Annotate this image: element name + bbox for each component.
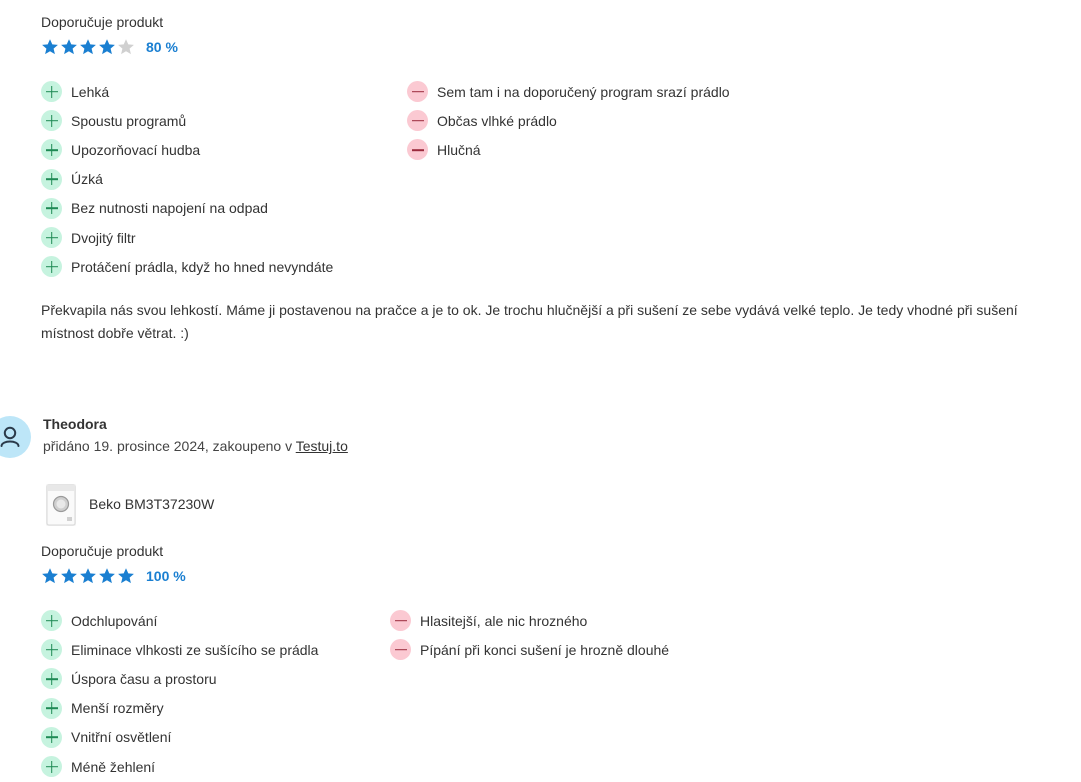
cons-list: Sem tam i na doporučený program srazí pr… xyxy=(407,77,730,165)
con-item-label: Pípání při konci sušení je hrozně dlouhé xyxy=(420,641,670,658)
plus-icon xyxy=(41,168,62,190)
product-thumbnail[interactable] xyxy=(46,484,76,526)
plus-icon xyxy=(41,610,62,632)
pro-item-label: Dvojitý filtr xyxy=(71,229,136,246)
star-icon xyxy=(98,38,117,56)
pro-item: Bez nutnosti napojení na odpad xyxy=(41,194,333,223)
plus-icon xyxy=(41,639,62,661)
star-icon xyxy=(117,567,136,585)
minus-icon xyxy=(407,81,428,103)
recommend-label: Doporučuje produkt xyxy=(41,14,164,30)
plus-icon xyxy=(41,726,62,748)
product-name[interactable]: Beko BM3T37230W xyxy=(89,496,214,512)
pro-item: Lehká xyxy=(41,77,333,106)
con-item: Hlasitejší, ale nic hrozného xyxy=(390,606,669,635)
rating-stars: 100 % xyxy=(41,567,186,585)
meta-text: přidáno 19. prosince 2024, zakoupeno v xyxy=(43,438,296,454)
pro-item: Protáčení prádla, když ho hned nevyndáte xyxy=(41,252,333,281)
minus-icon xyxy=(407,139,428,161)
pro-item: Vnitřní osvětlení xyxy=(41,723,318,752)
star-icon xyxy=(117,38,136,56)
pro-item: Menší rozměry xyxy=(41,694,318,723)
con-item-label: Hlasitejší, ale nic hrozného xyxy=(420,612,588,629)
star-icon xyxy=(79,38,98,56)
pro-item-label: Úspora času a prostoru xyxy=(71,670,217,687)
pro-item-label: Eliminace vlhkosti ze sušícího se prádla xyxy=(71,641,319,658)
review-meta: přidáno 19. prosince 2024, zakoupeno v T… xyxy=(43,438,348,454)
pro-item-label: Méně žehlení xyxy=(71,758,156,775)
plus-icon xyxy=(41,227,62,249)
rating-stars: 80 % xyxy=(41,38,178,56)
pro-item: Dvojitý filtr xyxy=(41,223,333,252)
plus-icon xyxy=(41,81,62,103)
star-icon xyxy=(98,567,117,585)
stars-row xyxy=(41,38,136,56)
pro-item: Méně žehlení xyxy=(41,752,318,781)
con-item-label: Občas vlhké prádlo xyxy=(437,112,557,129)
star-icon xyxy=(41,38,60,56)
rating-percent: 80 % xyxy=(146,39,178,55)
star-icon xyxy=(79,567,98,585)
pro-item-label: Vnitřní osvětlení xyxy=(71,729,172,746)
user-icon xyxy=(0,426,20,447)
pros-list: Lehká Spoustu programů Upozorňovací hudba Ú… xyxy=(41,77,333,281)
minus-icon xyxy=(407,110,428,132)
pros-list: Odchlupování Eliminace vlhkosti ze sušící… xyxy=(41,606,318,781)
con-item: Občas vlhké prádlo xyxy=(407,106,730,135)
plus-icon xyxy=(41,197,62,219)
pro-item: Upozorňovací hudba xyxy=(41,135,333,164)
pro-item-label: Spoustu programů xyxy=(71,112,187,129)
cons-list: Hlasitejší, ale nic hrozného Pípání při k… xyxy=(390,606,669,664)
pro-item-label: Odchlupování xyxy=(71,612,158,629)
plus-icon xyxy=(41,256,62,278)
pro-item-label: Upozorňovací hudba xyxy=(71,141,201,158)
con-item: Hlučná xyxy=(407,135,730,164)
pro-item-label: Protáčení prádla, když ho hned nevyndáte xyxy=(71,258,334,275)
shop-link[interactable]: Testuj.to xyxy=(296,438,348,454)
plus-icon xyxy=(41,139,62,161)
pro-item-label: Úzká xyxy=(71,171,103,188)
pro-item: Spoustu programů xyxy=(41,106,333,135)
con-item: Pípání při konci sušení je hrozně dlouhé xyxy=(390,635,669,664)
con-item-label: Hlučná xyxy=(437,141,481,158)
pro-item-label: Lehká xyxy=(71,83,110,100)
pro-item-label: Menší rozměry xyxy=(71,700,164,717)
pro-item: Eliminace vlhkosti ze sušícího se prádla xyxy=(41,635,318,664)
plus-icon xyxy=(41,697,62,719)
stars-row xyxy=(41,567,136,585)
review-text: Překvapila nás svou lehkostí. Máme ji po… xyxy=(41,302,1018,341)
pro-item: Odchlupování xyxy=(41,606,318,635)
avatar xyxy=(0,416,31,458)
star-icon xyxy=(60,567,79,585)
author-name: Theodora xyxy=(43,416,107,432)
dryer-image xyxy=(46,484,76,526)
star-icon xyxy=(41,567,60,585)
rating-percent: 100 % xyxy=(146,568,186,584)
plus-icon xyxy=(41,110,62,132)
pro-item: Úzká xyxy=(41,165,333,194)
star-icon xyxy=(60,38,79,56)
con-item-label: Sem tam i na doporučený program srazí pr… xyxy=(437,83,730,100)
recommend-label: Doporučuje produkt xyxy=(41,543,164,559)
minus-icon xyxy=(390,610,411,632)
plus-icon xyxy=(41,668,62,690)
con-item: Sem tam i na doporučený program srazí pr… xyxy=(407,77,730,106)
pro-item: Úspora času a prostoru xyxy=(41,664,318,693)
pro-item-label: Bez nutnosti napojení na odpad xyxy=(71,200,268,217)
minus-icon xyxy=(390,639,411,661)
plus-icon xyxy=(41,756,62,778)
